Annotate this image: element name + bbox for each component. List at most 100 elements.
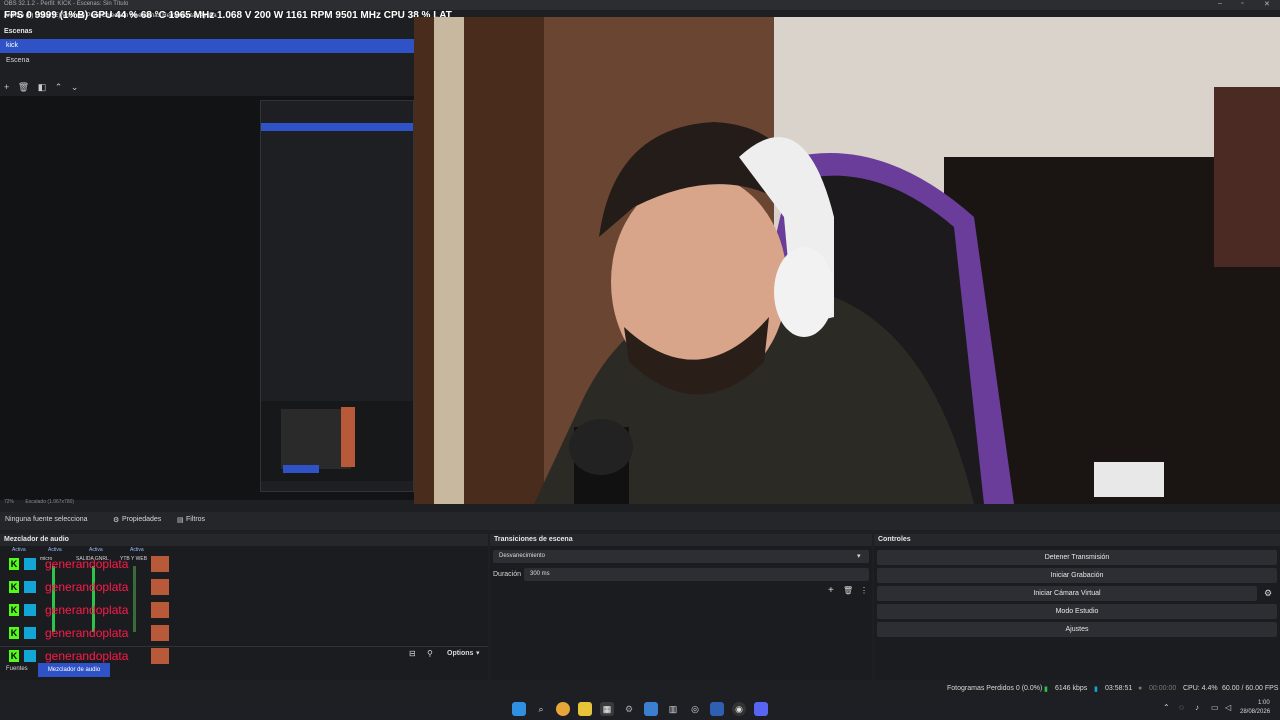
transitions-dock: Transiciones de escena Desvanecimiento ▾…	[490, 534, 872, 680]
overlay-thumb	[151, 648, 169, 664]
properties-bar: Ninguna fuente selecciona ⚙ Propiedades …	[0, 512, 1280, 530]
studio-mode-button[interactable]: Modo Estudio	[877, 604, 1277, 619]
mic-icon[interactable]: ♪	[1195, 703, 1199, 712]
overlay-text: generandoplata	[45, 557, 129, 571]
app-icon	[24, 627, 36, 639]
scene-item-kick[interactable]: kick	[0, 39, 414, 53]
transition-select[interactable]: Desvanecimiento	[493, 550, 869, 563]
obs-icon[interactable]: ◉	[732, 702, 746, 716]
transitions-header: Transiciones de escena	[490, 534, 872, 546]
start-virtual-camera-button[interactable]: Iniciar Cámara Virtual	[877, 586, 1257, 601]
add-icon[interactable]: +	[4, 82, 9, 92]
tray-icon[interactable]: ◌	[1179, 703, 1184, 712]
filters-button[interactable]: Filtros	[186, 516, 205, 523]
webcam-image	[414, 17, 1280, 504]
active-label: Activa	[12, 547, 26, 553]
kick-icon: K	[9, 604, 19, 616]
tab-sources[interactable]: Fuentes	[6, 666, 28, 672]
fps-readout: 60.00 / 60.00 FPS	[1222, 685, 1279, 692]
gear-icon[interactable]: ⚙	[113, 516, 119, 524]
cpu-usage: CPU: 4.4%	[1183, 685, 1218, 692]
network-icon[interactable]: ▭	[1211, 703, 1219, 712]
app-icon	[24, 604, 36, 616]
rec-icon: ●	[1138, 685, 1143, 692]
title-bar: OBS 32.1.2 - Perfil: KICK - Escenas: Sin…	[0, 0, 1280, 10]
folder-icon[interactable]	[578, 702, 592, 716]
kick-icon: K	[9, 581, 19, 593]
window-title: OBS 32.1.2 - Perfil: KICK - Escenas: Sin…	[4, 1, 129, 7]
volume-meter	[52, 566, 55, 632]
hw-stats-overlay: FPS 0 9999 (1%B) GPU 44 % 68 °C 1965 MHz…	[4, 10, 452, 21]
calendar-icon[interactable]: ▦	[600, 702, 614, 716]
trash-icon[interactable]: 🗑	[18, 82, 29, 92]
discord-icon[interactable]	[754, 702, 768, 716]
audio-app-icon[interactable]: ▥	[666, 702, 680, 716]
canvas-label: Escalado (1.067x780)	[25, 499, 75, 505]
kick-icon: K	[9, 558, 19, 570]
more-icon[interactable]: ⋮	[860, 586, 868, 595]
trash-icon[interactable]: 🗑	[843, 586, 853, 595]
settings-button[interactable]: Ajustes	[877, 622, 1277, 637]
zoom-level[interactable]: 72%	[4, 499, 14, 505]
add-icon[interactable]: +	[828, 585, 834, 596]
no-source-label: Ninguna fuente selecciona	[5, 516, 88, 523]
active-label: Activa	[89, 547, 103, 553]
gear-icon[interactable]: ⚙	[1264, 588, 1272, 599]
layout-icon[interactable]: ⊟	[409, 649, 416, 658]
chevron-down-icon[interactable]: ▾	[857, 552, 861, 560]
status-bar: Fotogramas Perdidos 0 (0.0%) ▮ 6146 kbps…	[0, 680, 1280, 698]
search-icon[interactable]: ⌕	[534, 702, 548, 716]
signal-icon: ▮	[1044, 686, 1048, 693]
overlay-text: generandoplata	[45, 580, 129, 594]
chevron-up-icon[interactable]: ⌃	[1163, 703, 1170, 712]
stop-stream-button[interactable]: Detener Transmisión	[877, 550, 1277, 565]
kick-icon: K	[9, 650, 19, 662]
dropped-frames: Fotogramas Perdidos 0 (0.0%)	[947, 685, 1043, 692]
stream-time: 03:58:51	[1105, 685, 1133, 692]
app-icon	[24, 558, 36, 570]
active-label: Activa	[48, 547, 62, 553]
app-icon[interactable]	[710, 702, 724, 716]
down-icon[interactable]: ⌄	[71, 82, 79, 92]
mail-icon[interactable]	[644, 702, 658, 716]
properties-button[interactable]: Propiedades	[122, 516, 161, 523]
volume-icon[interactable]: ◁	[1225, 703, 1231, 712]
kick-icon: K	[9, 627, 19, 639]
overlay-text: generandoplata	[45, 626, 129, 640]
maximize-icon[interactable]: ▫	[1241, 0, 1243, 7]
filter-icon[interactable]: ◧	[38, 82, 47, 92]
clock-date[interactable]: 28/08/2026	[1240, 709, 1270, 715]
chevron-down-icon[interactable]: ▾	[476, 649, 480, 657]
volume-meter	[133, 566, 136, 632]
start-recording-button[interactable]: Iniciar Grabación	[877, 568, 1277, 583]
options-button[interactable]: Options	[447, 650, 473, 657]
volume-meter	[92, 566, 95, 632]
webcam-preview	[414, 17, 1280, 504]
windows-start-icon[interactable]	[512, 702, 526, 716]
browser-icon[interactable]	[556, 702, 570, 716]
nested-mixer	[261, 401, 413, 481]
zoom-bar[interactable]: 72% Escalado (1.067x780)	[4, 499, 74, 505]
up-icon[interactable]: ⌃	[55, 82, 63, 92]
overlay-thumb	[151, 579, 169, 595]
overlay-thumb	[151, 625, 169, 641]
filters-icon[interactable]: ▤	[177, 516, 184, 524]
tab-audio-mixer[interactable]: Mezclador de audio	[38, 663, 110, 677]
overlay-text: generandoplata	[45, 649, 129, 663]
nested-mixer-tab	[283, 465, 319, 473]
overlay-thumb	[151, 556, 169, 572]
nested-thumbs	[341, 407, 355, 467]
duration-field[interactable]: 300 ms	[524, 568, 869, 581]
divider	[0, 646, 488, 647]
minimize-icon[interactable]: –	[1218, 0, 1222, 7]
clock-time[interactable]: 1:00	[1258, 700, 1270, 706]
rec-time: 00:00:00	[1149, 685, 1177, 692]
link-icon[interactable]: ⚲	[427, 649, 433, 658]
app-icon	[24, 581, 36, 593]
scene-item-escena[interactable]: Escena	[0, 54, 414, 68]
close-icon[interactable]: ✕	[1264, 0, 1270, 8]
settings-icon[interactable]: ⚙	[622, 702, 636, 716]
app-icon[interactable]: ◎	[688, 702, 702, 716]
taskbar: ⌕ ▦ ⚙ ▥ ◎ ◉ ⌃ ◌ ♪ ▭ ◁ 1:00 28/08/2026	[0, 698, 1280, 720]
audio-mixer-dock: Mezclador de audio Activa Activa Activa …	[0, 534, 488, 680]
